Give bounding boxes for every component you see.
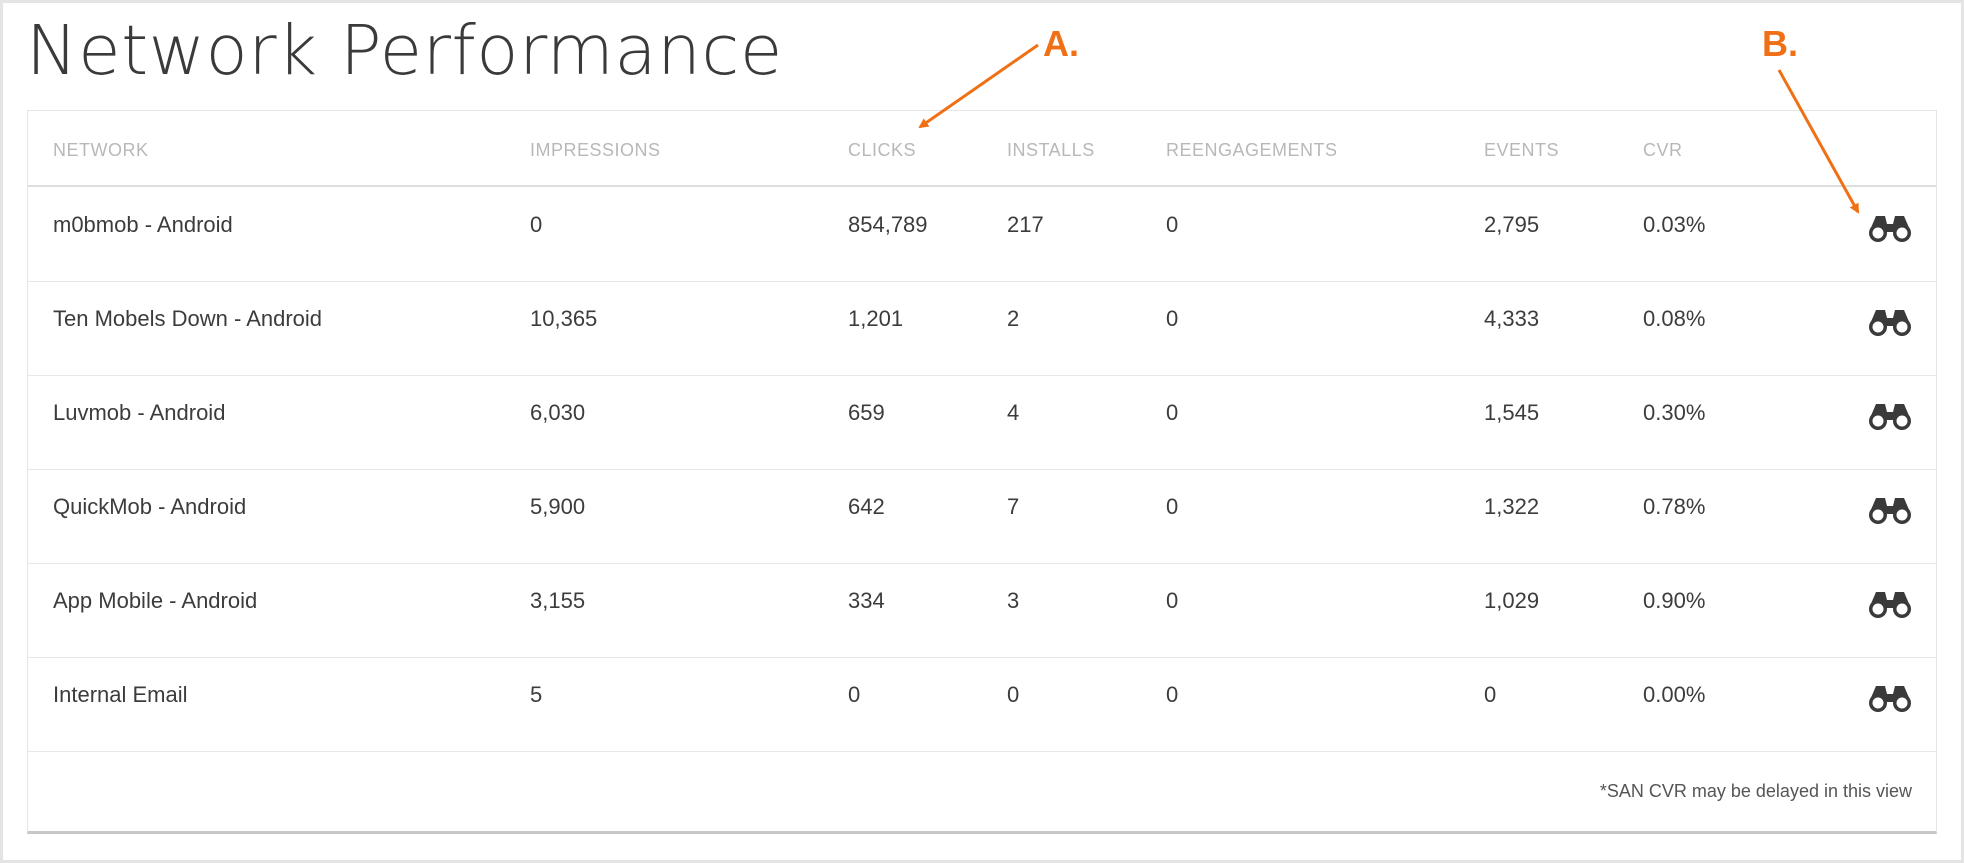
cell-events: 1,545 bbox=[1484, 400, 1540, 425]
binoculars-icon[interactable] bbox=[1866, 590, 1914, 620]
network-performance-table: NETWORK IMPRESSIONS CLICKS INSTALLS REEN… bbox=[27, 110, 1937, 834]
cell-cvr: 0.00% bbox=[1643, 682, 1706, 707]
table-row: Luvmob - Android 6,030 659 4 0 1,545 0.30% bbox=[28, 375, 1936, 470]
cell-network: App Mobile - Android bbox=[53, 588, 258, 613]
cell-impressions: 5,900 bbox=[530, 494, 586, 519]
annotation-label-b: B. bbox=[1762, 23, 1798, 64]
column-header-clicks[interactable]: CLICKS bbox=[848, 140, 916, 161]
binoculars-icon[interactable] bbox=[1866, 308, 1914, 338]
cell-installs: 4 bbox=[1007, 400, 1020, 425]
cell-clicks: 1,201 bbox=[848, 306, 904, 331]
cell-network: Internal Email bbox=[53, 682, 188, 707]
table-header-row: NETWORK IMPRESSIONS CLICKS INSTALLS REEN… bbox=[28, 111, 1936, 187]
page-title: Network Performance bbox=[26, 11, 783, 91]
column-header-network[interactable]: NETWORK bbox=[53, 140, 149, 161]
table-row: QuickMob - Android 5,900 642 7 0 1,322 0.78% bbox=[28, 469, 1936, 564]
cell-network: Luvmob - Android bbox=[53, 400, 226, 425]
column-header-reengagements[interactable]: REENGAGEMENTS bbox=[1166, 140, 1338, 161]
cell-impressions: 5 bbox=[530, 682, 543, 707]
binoculars-icon[interactable] bbox=[1866, 402, 1914, 432]
cell-network: QuickMob - Android bbox=[53, 494, 247, 519]
column-header-installs[interactable]: INSTALLS bbox=[1007, 140, 1095, 161]
cell-reengagements: 0 bbox=[1166, 212, 1179, 237]
cell-reengagements: 0 bbox=[1166, 682, 1179, 707]
cell-installs: 2 bbox=[1007, 306, 1020, 331]
cell-clicks: 334 bbox=[848, 588, 885, 613]
cell-impressions: 6,030 bbox=[530, 400, 586, 425]
binoculars-icon[interactable] bbox=[1866, 684, 1914, 714]
cell-events: 0 bbox=[1484, 682, 1497, 707]
column-header-events[interactable]: EVENTS bbox=[1484, 140, 1559, 161]
cell-clicks: 659 bbox=[848, 400, 885, 425]
cell-installs: 217 bbox=[1007, 212, 1044, 237]
cell-events: 1,322 bbox=[1484, 494, 1540, 519]
cell-events: 2,795 bbox=[1484, 212, 1540, 237]
cell-cvr: 0.30% bbox=[1643, 400, 1706, 425]
cell-network: m0bmob - Android bbox=[53, 212, 233, 237]
cell-reengagements: 0 bbox=[1166, 306, 1179, 331]
cell-reengagements: 0 bbox=[1166, 588, 1179, 613]
cell-installs: 3 bbox=[1007, 588, 1020, 613]
table-row: App Mobile - Android 3,155 334 3 0 1,029 0.90% bbox=[28, 563, 1936, 658]
cell-reengagements: 0 bbox=[1166, 400, 1179, 425]
cell-clicks: 642 bbox=[848, 494, 885, 519]
cell-cvr: 0.03% bbox=[1643, 212, 1706, 237]
cell-clicks: 854,789 bbox=[848, 212, 928, 237]
table-row: m0bmob - Android 0 854,789 217 0 2,795 0.03% bbox=[28, 187, 1936, 282]
cell-impressions: 0 bbox=[530, 212, 543, 237]
cell-network: Ten Mobels Down - Android bbox=[53, 306, 323, 331]
cell-clicks: 0 bbox=[848, 682, 861, 707]
table-row: Internal Email 5 0 0 0 0 0.00% bbox=[28, 657, 1936, 752]
cell-installs: 0 bbox=[1007, 682, 1020, 707]
cell-impressions: 3,155 bbox=[530, 588, 586, 613]
cell-events: 1,029 bbox=[1484, 588, 1540, 613]
binoculars-icon[interactable] bbox=[1866, 496, 1914, 526]
cell-installs: 7 bbox=[1007, 494, 1020, 519]
cell-cvr: 0.90% bbox=[1643, 588, 1706, 613]
binoculars-icon[interactable] bbox=[1866, 214, 1914, 244]
cell-cvr: 0.78% bbox=[1643, 494, 1706, 519]
column-header-impressions[interactable]: IMPRESSIONS bbox=[530, 140, 661, 161]
column-header-cvr[interactable]: CVR bbox=[1643, 140, 1683, 161]
annotation-label-a: A. bbox=[1043, 23, 1079, 64]
cell-reengagements: 0 bbox=[1166, 494, 1179, 519]
cell-cvr: 0.08% bbox=[1643, 306, 1706, 331]
table-row: Ten Mobels Down - Android 10,365 1,201 2 0 4,… bbox=[28, 281, 1936, 376]
cell-events: 4,333 bbox=[1484, 306, 1540, 331]
cvr-footnote: *SAN CVR may be delayed in this view bbox=[1599, 781, 1912, 801]
cell-impressions: 10,365 bbox=[530, 306, 598, 331]
